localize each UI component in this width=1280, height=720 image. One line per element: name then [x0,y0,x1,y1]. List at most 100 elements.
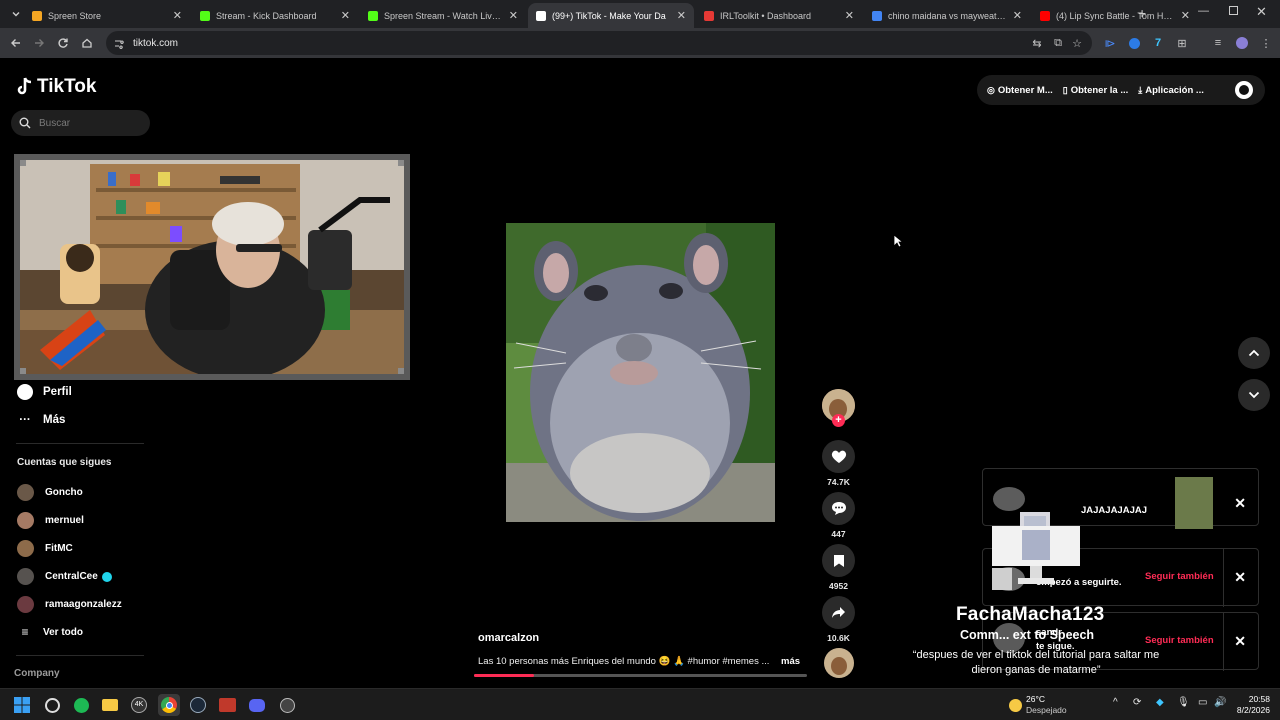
like-button[interactable] [822,440,855,473]
footer-company-link[interactable]: Company [14,668,60,679]
profile-icon [16,384,34,400]
follow-back-button[interactable]: Seguir también [1145,571,1214,582]
close-icon[interactable]: ✕ [1234,495,1246,512]
nav-item-profile[interactable]: Perfil [16,384,72,400]
save-count: 4952 [829,581,848,591]
browser-tab[interactable]: Spreen Stream - Watch Live on ✕ [360,3,526,28]
menu-kebab-icon[interactable]: ⋮ [1257,34,1275,52]
maximize-button[interactable] [1229,6,1238,15]
home-button[interactable] [75,31,99,55]
obs-app-icon[interactable] [41,694,63,716]
close-tab-icon[interactable]: ✕ [1181,9,1190,22]
close-tab-icon[interactable]: ✕ [341,9,350,22]
sync-icon[interactable]: ⟳ [1133,697,1141,708]
following-item[interactable]: Goncho [17,484,83,501]
account-name: Goncho [45,487,83,498]
network-icon[interactable]: ▭ [1198,697,1207,708]
extension-icon-3[interactable]: 7 [1149,34,1167,52]
defender-icon[interactable]: ◆ [1156,697,1164,708]
mouse-cursor-icon [893,234,903,248]
avatar [17,568,34,585]
reload-button[interactable] [51,31,75,55]
clock-time[interactable]: 20:58 [1236,694,1270,704]
browser-toolbar: tiktok.com ⇆ ⧉ ☆ ⧐ 7 ⊞ ≡ ⋮ [0,28,1280,58]
profile-avatar-icon[interactable] [1233,34,1251,52]
new-tab-button[interactable]: + [1138,5,1146,21]
webcam-overlay [14,154,410,380]
close-tab-icon[interactable]: ✕ [173,9,182,22]
minimize-button[interactable]: — [1198,5,1209,17]
tiktok-logo[interactable]: TikTok [16,76,96,98]
back-button[interactable] [4,31,28,55]
close-icon[interactable]: ✕ [1234,633,1246,650]
discord-icon[interactable] [246,694,268,716]
browser-tab[interactable]: (4) Lip Sync Battle - Tom Hollan ✕ [1032,3,1198,28]
see-all-link[interactable]: ≡ Ver todo [16,625,83,639]
profile-avatar[interactable] [1235,81,1253,99]
favicon-icon [704,10,714,21]
reading-list-icon[interactable]: ≡ [1209,34,1227,52]
close-icon[interactable]: ✕ [1234,569,1246,586]
save-button[interactable] [822,544,855,577]
more-dots-icon: ··· [19,414,31,426]
browser-tab[interactable]: Spreen Store ✕ [24,3,190,28]
forward-button[interactable] [27,31,51,55]
following-item[interactable]: mernuel [17,512,84,529]
get-app-button[interactable]: ▯ Obtener la ... [1063,85,1129,96]
previous-video-button[interactable] [1238,337,1270,369]
close-tab-icon[interactable]: ✕ [509,9,518,22]
file-explorer-icon[interactable] [99,694,121,716]
extension-icon-2[interactable] [1125,34,1143,52]
volume-icon[interactable]: 🔊 [1214,697,1226,708]
music-disc[interactable] [824,648,854,678]
address-bar[interactable]: tiktok.com ⇆ ⧉ ☆ [106,31,1092,55]
close-window-button[interactable]: ✕ [1256,4,1267,20]
comment-button[interactable] [822,492,855,525]
frame-corner [20,160,26,166]
extension-icon-1[interactable]: ⧐ [1101,34,1119,52]
header-actions: ◎ Obtener M... ▯ Obtener la ... ⤓ Aplica… [977,75,1265,105]
video-author[interactable]: omarcalzon [478,632,539,644]
video-player[interactable] [506,223,775,522]
microphone-icon[interactable]: 🎙 [1177,697,1190,708]
share-button[interactable] [822,596,855,629]
follow-back-button[interactable]: Seguir también [1145,635,1214,646]
get-coins-button[interactable]: ◎ Obtener M... [987,85,1053,96]
video-progress-bar[interactable] [474,674,807,677]
close-tab-icon[interactable]: ✕ [845,9,854,22]
steam-icon[interactable] [187,694,209,716]
browser-tab[interactable]: Stream - Kick Dashboard ✕ [192,3,358,28]
install-app-icon[interactable]: ⧉ [1049,34,1067,52]
clock-date[interactable]: 8/2/2026 [1226,705,1270,715]
tab-title: (4) Lip Sync Battle - Tom Hollan [1056,10,1177,21]
app-icon[interactable] [276,694,298,716]
start-button[interactable] [11,694,33,716]
close-tab-icon[interactable]: ✕ [677,9,686,22]
nav-label: Perfil [43,386,72,398]
stream-deck-app-icon[interactable] [216,694,238,716]
4k-app-icon[interactable]: 4K [128,694,150,716]
bookmark-star-icon[interactable]: ☆ [1068,34,1086,52]
spotify-icon[interactable] [70,694,92,716]
bookmark-icon [833,554,844,567]
windows-taskbar: 4K 26°C Despejado ^ ⟳ ◆ 🎙 ▭ 🔊 20:58 8/2/… [0,688,1280,720]
nav-item-more[interactable]: ··· Más [16,414,65,426]
browser-tab[interactable]: IRLToolkit • Dashboard ✕ [696,3,862,28]
tray-overflow-icon[interactable]: ^ [1113,697,1118,708]
following-item[interactable]: ramaagonzalezz [17,596,122,613]
next-video-button[interactable] [1238,379,1270,411]
favicon-icon [1040,10,1050,21]
following-item[interactable]: FitMC [17,540,73,557]
chrome-icon[interactable] [158,694,180,716]
browser-tab[interactable]: chino maidana vs mayweather ✕ [864,3,1030,28]
caption-more-link[interactable]: más [781,656,800,667]
following-item[interactable]: CentralCee [17,568,112,585]
close-tab-icon[interactable]: ✕ [1013,9,1022,22]
desktop-app-button[interactable]: ⤓ Aplicación ... [1138,85,1204,96]
extensions-puzzle-icon[interactable]: ⊞ [1173,34,1191,52]
weather-icon[interactable] [1004,694,1026,716]
browser-tab[interactable]: (99+) TikTok - Make Your Da ✕ [528,3,694,28]
follow-plus-button[interactable]: + [832,414,845,427]
translate-icon[interactable]: ⇆ [1028,34,1046,52]
search-input[interactable]: Buscar [11,110,150,136]
